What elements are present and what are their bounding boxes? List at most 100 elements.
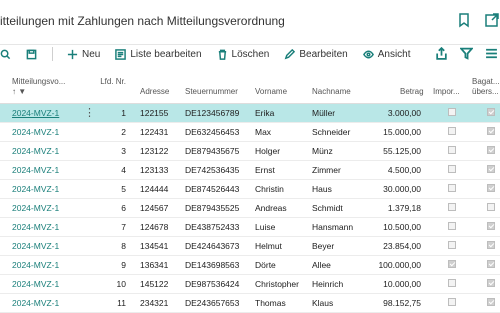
- column-header-lfd-nr[interactable]: Lfd. Nr.: [98, 77, 126, 87]
- list-view-icon[interactable]: [485, 47, 498, 65]
- cell-lfd-nr: 6: [121, 203, 126, 213]
- cell-mitteilungsvorgang[interactable]: 2024-MVZ-1: [12, 279, 59, 289]
- plus-icon: [67, 49, 78, 59]
- new-label: Neu: [82, 48, 101, 60]
- new-button[interactable]: Neu: [67, 49, 100, 60]
- row-menu-icon[interactable]: ⋮: [84, 106, 95, 119]
- checkbox-import[interactable]: [448, 165, 456, 173]
- filter-icon[interactable]: [459, 47, 474, 65]
- cell-betrag: 23.854,00: [383, 241, 421, 251]
- checkbox-import[interactable]: [448, 222, 456, 230]
- cell-mitteilungsvorgang[interactable]: 2024-MVZ-1: [12, 222, 59, 232]
- checkbox-bagatell[interactable]: [487, 260, 495, 268]
- cell-mitteilungsvorgang[interactable]: 2024-MVZ-1: [12, 241, 59, 251]
- cell-adresse: 145122: [140, 279, 169, 289]
- checkbox-bagatell[interactable]: [487, 127, 495, 135]
- divider: [52, 47, 53, 61]
- table-row[interactable]: 2024-MVZ-1 9 136341 DE143698563 Dörte Allee 10…: [0, 256, 500, 275]
- cell-mitteilungsvorgang[interactable]: 2024-MVZ-1: [12, 260, 59, 270]
- cell-vorname: Max: [255, 127, 272, 137]
- cell-mitteilungsvorgang[interactable]: 2024-MVZ-1: [12, 298, 59, 308]
- cell-adresse: 123122: [140, 146, 169, 156]
- cell-mitteilungsvorgang[interactable]: 2024-MVZ-1: [12, 165, 59, 175]
- save-view-button[interactable]: [26, 49, 37, 60]
- checkbox-import[interactable]: [448, 127, 456, 135]
- column-header-betrag[interactable]: Betrag: [400, 87, 424, 97]
- action-bar: Neu Liste bearbeiten Löschen Bearbeiten …: [0, 44, 500, 64]
- cell-vorname: Luise: [255, 222, 276, 232]
- table-row[interactable]: 2024-MVZ-1 3 123122 DE879435675 Holger Münz 55…: [0, 142, 500, 161]
- checkbox-import[interactable]: [448, 203, 456, 211]
- cell-steuernummer: DE879435675: [185, 146, 240, 156]
- column-header-vorname[interactable]: Vorname: [255, 87, 287, 97]
- view-button[interactable]: Ansicht: [362, 49, 411, 60]
- cell-mitteilungsvorgang[interactable]: 2024-MVZ-1: [12, 146, 59, 156]
- cell-steuernummer: DE438752433: [185, 222, 240, 232]
- table-row[interactable]: 2024-MVZ-1 10 145122 DE987536424 Christopher…: [0, 275, 500, 294]
- open-in-new-window-icon[interactable]: [484, 12, 500, 33]
- table-row[interactable]: 2024-MVZ-1 1 122155 DE123456789 Erika Müller 3…: [0, 104, 500, 123]
- table-row[interactable]: 2024-MVZ-1 7 124678 DE438752433 Luise Hansman…: [0, 218, 500, 237]
- cell-nachname: Schmidt: [312, 203, 343, 213]
- delete-button[interactable]: Löschen: [217, 48, 270, 60]
- cell-steuernummer: DE742536435: [185, 165, 240, 175]
- checkbox-bagatell[interactable]: [487, 165, 495, 173]
- checkbox-import[interactable]: [448, 298, 456, 306]
- column-header-bagatell[interactable]: Bagat... übers...: [472, 77, 500, 97]
- cell-vorname: Andreas: [255, 203, 287, 213]
- checkbox-bagatell[interactable]: [487, 203, 495, 211]
- cell-adresse: 122431: [140, 127, 169, 137]
- table-row[interactable]: 2024-MVZ-1 5 124444 DE874526443 Christin Haus…: [0, 180, 500, 199]
- cell-mitteilungsvorgang[interactable]: 2024-MVZ-1: [12, 184, 59, 194]
- table-row[interactable]: 2024-MVZ-1 6 124567 DE879435525 Andreas Schmi…: [0, 199, 500, 218]
- checkbox-import[interactable]: [448, 184, 456, 192]
- checkbox-import[interactable]: [448, 241, 456, 249]
- eye-icon: [362, 50, 374, 58]
- cell-adresse: 124444: [140, 184, 169, 194]
- checkbox-import[interactable]: [448, 108, 456, 116]
- checkbox-import[interactable]: [448, 260, 456, 268]
- checkbox-import[interactable]: [448, 146, 456, 154]
- cell-nachname: Heinrich: [312, 279, 344, 289]
- cell-mitteilungsvorgang[interactable]: 2024-MVZ-1: [12, 127, 59, 137]
- checkbox-bagatell[interactable]: [487, 222, 495, 230]
- table-row[interactable]: 2024-MVZ-1 8 134541 DE424643673 Helmut Beyer 2…: [0, 237, 500, 256]
- column-header-adresse[interactable]: Adresse: [140, 87, 169, 97]
- cell-nachname: Zimmer: [312, 165, 341, 175]
- search-button[interactable]: [0, 49, 11, 60]
- checkbox-import[interactable]: [448, 279, 456, 287]
- cell-nachname: Haus: [312, 184, 332, 194]
- share-icon[interactable]: [435, 46, 448, 65]
- cell-mitteilungsvorgang[interactable]: 2024-MVZ-1: [12, 203, 59, 213]
- cell-nachname: Allee: [312, 260, 331, 270]
- checkbox-bagatell[interactable]: [487, 108, 495, 116]
- checkbox-bagatell[interactable]: [487, 241, 495, 249]
- column-header-mitteilungsvorgang[interactable]: Mitteilungsvo... ↑ ▼: [12, 77, 65, 97]
- cell-vorname: Holger: [255, 146, 281, 156]
- cell-betrag: 1.379,18: [387, 203, 421, 213]
- save-icon: [26, 49, 37, 59]
- cell-lfd-nr: 7: [121, 222, 126, 232]
- column-header-nachname[interactable]: Nachname: [312, 87, 351, 97]
- edit-list-button[interactable]: Liste bearbeiten: [115, 48, 202, 60]
- delete-label: Löschen: [231, 48, 270, 60]
- cell-vorname: Thomas: [255, 298, 286, 308]
- checkbox-bagatell[interactable]: [487, 298, 495, 306]
- cell-adresse: 136341: [140, 260, 169, 270]
- cell-steuernummer: DE143698563: [185, 260, 240, 270]
- column-header-import[interactable]: Impor...: [433, 87, 460, 97]
- bookmark-icon[interactable]: [456, 12, 472, 33]
- table-row[interactable]: 2024-MVZ-1 11 234321 DE243657653 Thomas Klaus…: [0, 294, 500, 313]
- column-header-steuernummer[interactable]: Steuernummer: [185, 87, 238, 97]
- checkbox-bagatell[interactable]: [487, 279, 495, 287]
- checkbox-bagatell[interactable]: [487, 146, 495, 154]
- checkbox-bagatell[interactable]: [487, 184, 495, 192]
- edit-list-icon: [115, 48, 127, 60]
- cell-mitteilungsvorgang[interactable]: 2024-MVZ-1: [12, 108, 59, 118]
- table-row[interactable]: 2024-MVZ-1 4 123133 DE742536435 Ernst Zimmer 4…: [0, 161, 500, 180]
- page-header: itteilungen mit Zahlungen nach Mitteilun…: [0, 0, 500, 45]
- sort-arrow-icon: ↑: [12, 87, 16, 96]
- table-row[interactable]: 2024-MVZ-1 2 122431 DE632456453 Max Schneider…: [0, 123, 500, 142]
- cell-steuernummer: DE874526443: [185, 184, 240, 194]
- edit-button[interactable]: Bearbeiten: [284, 48, 348, 60]
